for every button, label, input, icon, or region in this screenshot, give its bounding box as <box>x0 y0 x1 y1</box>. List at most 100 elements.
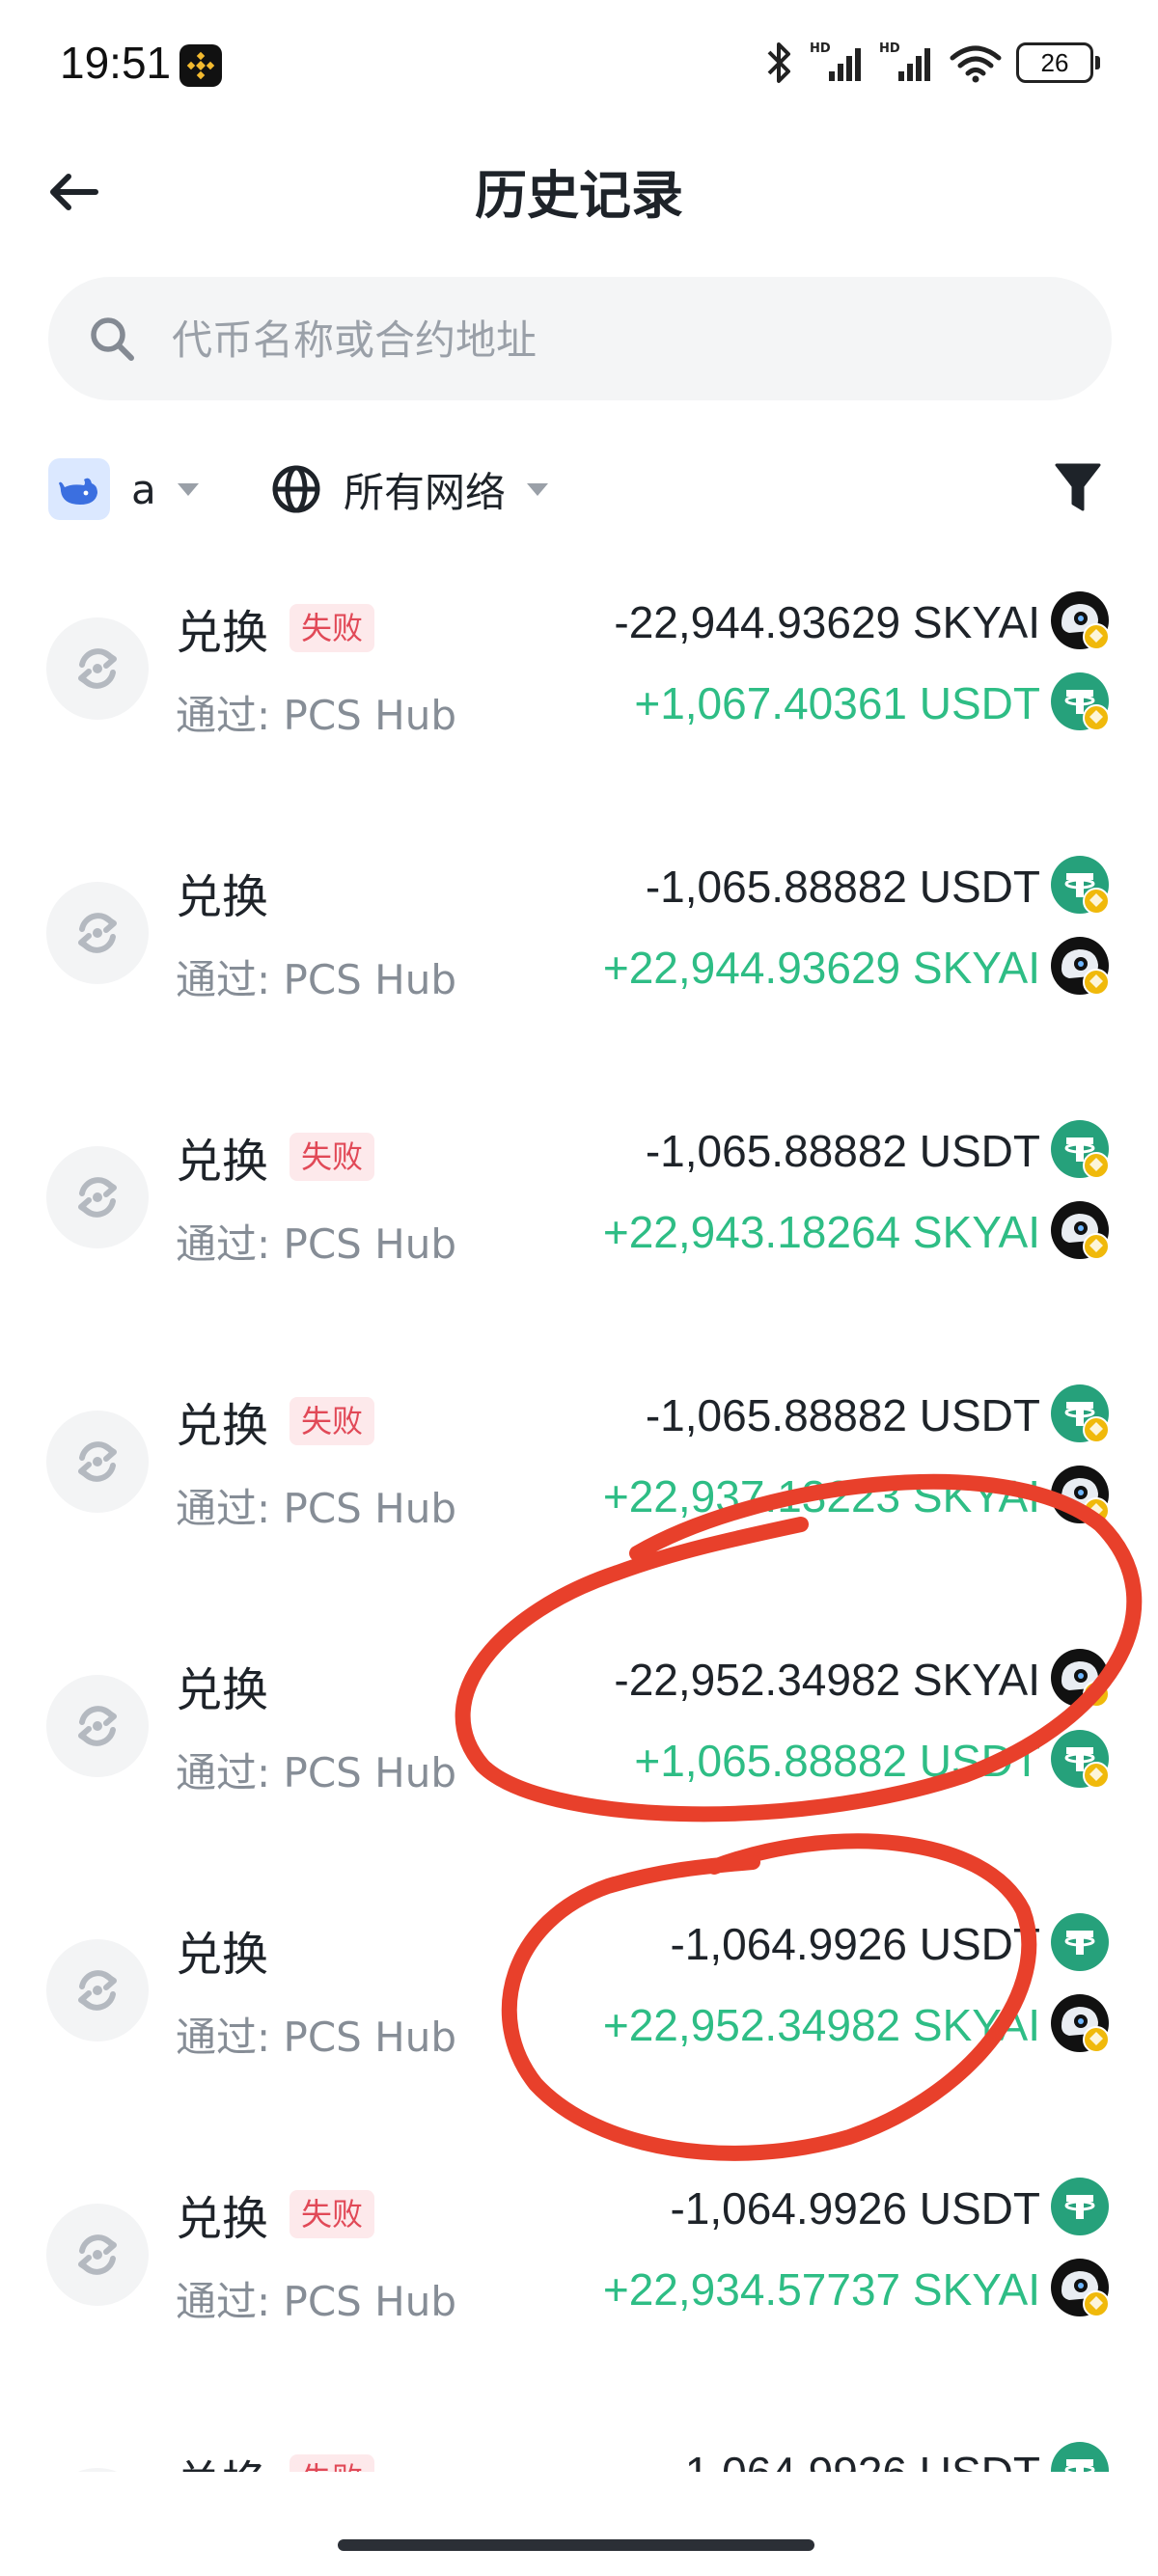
svg-text:HD: HD <box>810 41 831 56</box>
swap-icon <box>46 1146 149 1248</box>
search-input[interactable] <box>170 300 1042 379</box>
transaction-type: 兑换 失败 <box>176 2445 375 2472</box>
status-badge: 失败 <box>290 1397 375 1445</box>
skyai-token-icon <box>1050 1648 1110 1708</box>
status-badge: 失败 <box>290 604 375 652</box>
transaction-type-label: 兑换 <box>176 2445 268 2472</box>
usdt-token-icon <box>1050 855 1110 915</box>
transaction-row[interactable]: 兑换通过: PCS Hub -22,952.34982 SKYAI +1,065.8… <box>0 1607 1158 1872</box>
transaction-type-label: 兑换 <box>176 1135 269 1189</box>
swap-icon <box>46 2468 149 2472</box>
network-label: 所有网络 <box>344 468 507 516</box>
amount-in: +22,952.34982 SKYAI <box>602 2000 1040 2050</box>
status-indicators: HD HD 26 <box>763 39 1100 87</box>
wallet-name: a <box>131 465 156 513</box>
transaction-route: 通过: PCS Hub <box>176 692 457 739</box>
usdt-token-icon <box>1050 1119 1110 1179</box>
transaction-route: 通过: PCS Hub <box>176 2278 457 2325</box>
transaction-row[interactable]: 兑换 失败通过: PCS Hub -1,065.88882 USDT +22,943.… <box>0 1079 1158 1343</box>
transaction-route: 通过: PCS Hub <box>176 1749 457 1796</box>
swap-icon <box>46 617 149 720</box>
filter-button[interactable] <box>1054 461 1102 515</box>
transaction-route: 通过: PCS Hub <box>176 2014 457 2061</box>
amount-out: -1,064.9926 USDT <box>670 2447 1040 2472</box>
transaction-row[interactable]: 兑换通过: PCS Hub -1,065.88882 USDT +22,944.93… <box>0 814 1158 1079</box>
wallet-avatar <box>48 458 110 520</box>
amount-in: +1,067.40361 USDT <box>634 678 1040 728</box>
amount-out: -1,064.9926 USDT <box>670 2183 1040 2233</box>
hd-signal-icon: HD <box>810 41 866 85</box>
binance-app-icon <box>179 44 222 87</box>
page-header: 历史记录 <box>0 135 1158 241</box>
status-bar: 19:51 HD HD 26 <box>0 0 1158 125</box>
transaction-type-label: 兑换 <box>176 870 269 924</box>
amount-out: -22,944.93629 SKYAI <box>614 597 1040 647</box>
battery-level: 26 <box>1016 42 1093 83</box>
transaction-type: 兑换 <box>176 1916 268 1984</box>
amount-in: +22,943.18264 SKYAI <box>602 1207 1040 1257</box>
amount-out: -1,064.9926 USDT <box>670 1919 1040 1969</box>
transaction-type-label: 兑换 <box>176 1399 269 1453</box>
transaction-row[interactable]: 兑换 失败 通过: PCS Hub -1,064.9926 USDT +22,934.5… <box>0 2136 1158 2400</box>
bluetooth-icon <box>763 41 796 85</box>
wallet-selector[interactable]: a <box>48 457 199 521</box>
network-selector[interactable]: 所有网络 <box>270 457 549 521</box>
swap-icon <box>46 1411 149 1513</box>
swap-icon <box>46 1939 149 2042</box>
search-icon <box>91 317 134 361</box>
svg-text:HD: HD <box>879 41 900 56</box>
caret-down-icon <box>527 482 549 496</box>
usdt-token-icon <box>1050 2177 1110 2236</box>
transaction-type: 兑换失败 <box>176 1123 375 1191</box>
usdt-token-icon <box>1050 671 1110 731</box>
transaction-route: 通过: PCS Hub <box>176 1220 457 1268</box>
transaction-type: 兑换失败 <box>176 1387 375 1455</box>
hd-signal-icon: HD <box>879 41 935 85</box>
amount-out: -1,065.88882 USDT <box>645 862 1040 912</box>
swap-icon <box>46 1675 149 1777</box>
amount-out: -22,952.34982 SKYAI <box>614 1655 1040 1705</box>
whale-icon <box>59 478 97 505</box>
transaction-type-label: 兑换 <box>176 2192 269 2246</box>
amount-in: +22,934.57737 SKYAI <box>602 2264 1040 2315</box>
skyai-token-icon <box>1050 1993 1110 2053</box>
skyai-token-icon <box>1050 1465 1110 1524</box>
status-badge: 失败 <box>290 2454 375 2472</box>
amount-out: -1,065.88882 USDT <box>645 1126 1040 1176</box>
transaction-type: 兑换 <box>176 859 268 926</box>
transaction-route: 通过: PCS Hub <box>176 956 457 1003</box>
wifi-icon <box>949 41 1003 85</box>
page-title: 历史记录 <box>475 165 683 226</box>
transaction-list: 兑换 失败 通过: PCS Hub -22,944.93629 SKYAI +1,067… <box>0 550 1158 2472</box>
transaction-route: 通过: PCS Hub <box>176 1485 457 1532</box>
transaction-row[interactable]: 兑换通过: PCS Hub -1,064.9926 USDT +22,952.349… <box>0 1872 1158 2136</box>
transaction-row[interactable]: 兑换 失败通过: PCS Hub -22,944.93629 SKYAI +1,067… <box>0 550 1158 814</box>
amount-in: +22,944.93629 SKYAI <box>602 943 1040 993</box>
amount-in: +22,937.13223 SKYAI <box>602 1471 1040 1521</box>
transaction-type-label: 兑换 <box>176 1928 269 1982</box>
transaction-row[interactable]: 兑换 失败 -1,064.9926 USDT <box>0 2400 1158 2472</box>
amount-in: +1,065.88882 USDT <box>634 1736 1040 1786</box>
usdt-token-icon <box>1050 2441 1110 2472</box>
transaction-type-label: 兑换 <box>176 1663 269 1717</box>
status-badge: 失败 <box>290 1133 375 1181</box>
skyai-token-icon <box>1050 936 1110 996</box>
swap-icon <box>46 2204 149 2306</box>
transaction-type: 兑换失败 <box>176 594 375 662</box>
transaction-row[interactable]: 兑换 失败通过: PCS Hub -1,065.88882 USDT +22,937.… <box>0 1343 1158 1607</box>
skyai-token-icon <box>1050 1200 1110 1260</box>
home-indicator[interactable] <box>338 2539 814 2551</box>
usdt-token-icon <box>1050 1729 1110 1789</box>
search-bar[interactable] <box>48 277 1112 400</box>
usdt-token-icon <box>1050 1384 1110 1443</box>
amount-out: -1,065.88882 USDT <box>645 1390 1040 1440</box>
skyai-token-icon <box>1050 2258 1110 2317</box>
usdt-token-icon <box>1050 1912 1110 1972</box>
filter-bar: a 所有网络 <box>0 452 1158 529</box>
globe-icon <box>272 465 320 513</box>
status-time: 19:51 <box>60 38 172 88</box>
skyai-token-icon <box>1050 590 1110 650</box>
battery-icon: 26 <box>1016 42 1100 83</box>
transaction-type: 兑换 <box>176 1652 268 1719</box>
funnel-icon <box>1055 463 1101 511</box>
